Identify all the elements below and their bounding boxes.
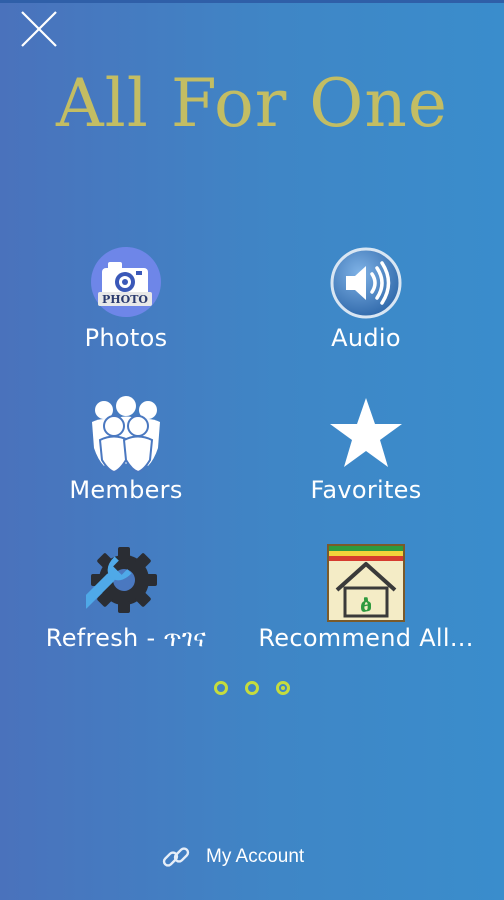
members-icon [86,396,166,476]
page-dot[interactable] [213,681,228,695]
page-indicator [0,680,504,702]
top-strip [0,0,504,3]
app-title: All For One [56,65,448,142]
close-button[interactable] [18,8,60,50]
photo-camera-icon: PHOTO [86,246,166,322]
page-dot-active[interactable] [276,681,291,695]
menu-item-label: Photos [84,324,168,352]
menu-item-label: Refresh - ጥገና [45,624,207,652]
menu-item-label: Members [69,476,183,504]
my-account-link[interactable]: My Account [160,842,304,872]
menu-item-photos[interactable]: PHOTO Photos [0,246,252,376]
menu-item-audio[interactable]: Audio [240,246,492,376]
menu-item-members[interactable]: Members [0,396,252,526]
link-icon [162,847,190,867]
menu-item-label: Recommend All... [258,624,474,652]
svg-text:ፅ: ፅ [360,588,372,617]
svg-text:PHOTO: PHOTO [102,293,148,306]
my-account-label: My Account [206,846,305,867]
settings-wrench-icon [78,544,166,626]
menu-item-recommend[interactable]: ፅ Recommend All... [240,544,492,674]
menu-item-label: Favorites [310,476,422,504]
page-dot[interactable] [245,681,259,695]
menu-item-favorites[interactable]: Favorites [240,396,492,526]
star-icon [328,396,404,474]
speaker-icon [329,246,403,324]
menu-item-label: Audio [331,324,401,352]
menu-item-refresh[interactable]: Refresh - ጥገና [0,544,252,674]
recommend-house-icon: ፅ [327,544,405,626]
close-icon [21,11,57,47]
